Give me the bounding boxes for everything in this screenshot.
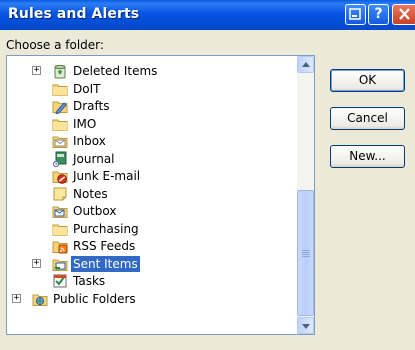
ok-button[interactable]: OK [330, 69, 405, 92]
tree-item-label: RSS Feeds [73, 239, 136, 253]
tree-item-purchasing[interactable]: Purchasing [7, 220, 297, 238]
tree-item-notes[interactable]: Notes [7, 185, 297, 203]
tree-item-label: Junk E-mail [73, 169, 141, 183]
tree-item-outbox[interactable]: Outbox [7, 202, 297, 220]
inbox-icon [52, 133, 68, 149]
tree-item-doit[interactable]: DoIT [7, 80, 297, 98]
tree-item-rss-feeds[interactable]: RSS Feeds [7, 237, 297, 255]
folder-icon [52, 81, 68, 97]
tree-item-inbox[interactable]: Inbox [7, 132, 297, 150]
tasks-icon [52, 273, 68, 289]
close-icon[interactable] [392, 4, 415, 25]
folder-icon [52, 116, 68, 132]
tree-item-label: Purchasing [73, 221, 139, 236]
choose-folder-label: Choose a folder: [6, 38, 104, 52]
sent-items-icon [52, 256, 68, 272]
tree-item-label: Notes [73, 186, 108, 201]
tree-item-label: Deleted Items [73, 64, 158, 78]
tree-item-label: Inbox [73, 134, 106, 148]
tree-item-label: Outbox [73, 204, 117, 218]
folder-tree[interactable]: + Deleted Items DoIT Drafts IMO Inbox Journal J… [6, 55, 315, 335]
title-bar[interactable]: Rules and Alerts ? [0, 0, 415, 30]
scroll-up-button[interactable] [297, 56, 314, 73]
tree-item-imo[interactable]: IMO [7, 115, 297, 133]
new-folder-button[interactable]: New... [330, 145, 405, 168]
rules-and-alerts-dialog: Rules and Alerts ? Choose a folder: + Del… [0, 0, 415, 350]
tree-item-sent-items[interactable]: + Sent Items [7, 255, 297, 273]
outbox-icon [52, 203, 68, 219]
rss-feeds-icon [52, 238, 68, 254]
scroll-thumb[interactable] [297, 190, 314, 316]
expand-icon[interactable]: + [32, 258, 41, 268]
tree-item-label: Journal [73, 151, 115, 166]
tree-item-journal[interactable]: Journal [7, 150, 297, 168]
tree-item-label: Sent Items [71, 255, 140, 272]
expand-icon[interactable]: + [32, 66, 41, 75]
public-folders-icon [32, 291, 48, 307]
tree-item-label: IMO [73, 116, 97, 131]
tree-item-label: Tasks [73, 274, 106, 288]
tree-item-label: DoIT [73, 81, 101, 96]
tree-item-drafts[interactable]: Drafts [7, 97, 297, 115]
minimize-icon[interactable] [345, 4, 366, 25]
cancel-button[interactable]: Cancel [330, 107, 405, 130]
junk-email-icon [52, 168, 68, 184]
drafts-icon [52, 98, 68, 115]
tree-item-deleted-items[interactable]: + Deleted Items [7, 62, 297, 80]
notes-icon [52, 186, 68, 202]
deleted-items-icon [52, 63, 68, 79]
tree-item-public-folders[interactable]: + Public Folders [7, 290, 297, 308]
tree-item-label: Drafts [73, 99, 110, 113]
tree-item-junk-e-mail[interactable]: Junk E-mail [7, 167, 297, 185]
vertical-scrollbar[interactable] [297, 56, 314, 334]
scroll-down-button[interactable] [297, 317, 314, 334]
help-icon[interactable]: ? [368, 4, 389, 25]
window-title: Rules and Alerts [8, 6, 140, 22]
tree-item-label: Public Folders [53, 291, 136, 306]
expand-icon[interactable]: + [12, 293, 21, 303]
journal-icon [52, 151, 68, 167]
tree-item-tasks[interactable]: Tasks [7, 272, 297, 290]
folder-icon [52, 221, 68, 237]
